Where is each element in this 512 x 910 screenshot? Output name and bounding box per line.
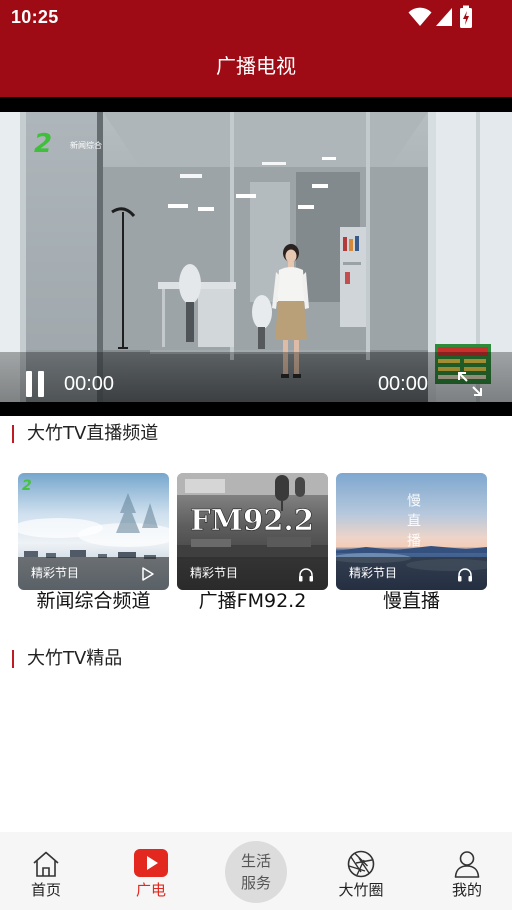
live-channels-header: 大竹TV直播频道 <box>0 424 512 444</box>
featured-header: 大竹TV精品 <box>0 649 512 669</box>
headphones-icon <box>458 568 472 582</box>
aperture-icon <box>347 850 375 878</box>
video-control-bar: 00:00 00:00 <box>0 352 512 402</box>
nav-item-profile[interactable]: 我的 <box>422 832 512 910</box>
card-tag: 精彩节目 <box>190 566 239 580</box>
channel-name: 新闻综合 <box>70 140 102 150</box>
nav-label: 广电 <box>135 881 166 899</box>
channel-card-label[interactable]: 广播FM92.2 <box>177 589 328 613</box>
nav-item-life-services[interactable]: 生活服务 <box>225 841 287 903</box>
card-tag-bar: 精彩节目 <box>18 557 169 590</box>
section-title: 大竹TV精品 <box>27 648 123 669</box>
bookshelf <box>340 227 366 327</box>
nav-label: 我的 <box>451 881 482 899</box>
current-time: 00:00 <box>64 373 115 395</box>
card-image-text: FM92.2 <box>190 503 314 537</box>
video-player[interactable]: 2 新闻综合 00:00 00:00 <box>0 97 512 416</box>
tv-play-icon <box>134 849 168 877</box>
status-bar: 10:25 <box>0 0 512 35</box>
pause-icon <box>26 371 32 397</box>
channel-card-label[interactable]: 新闻综合频道 <box>18 589 169 613</box>
headphones-icon <box>299 568 313 582</box>
nav-label: 首页 <box>30 881 61 899</box>
battery-charging-icon <box>460 5 472 28</box>
channel-card-slow-live[interactable]: 慢直播 精彩节目 <box>336 473 487 590</box>
nav-item-broadcast[interactable]: 广电 <box>106 832 196 910</box>
section-marker <box>12 650 14 668</box>
wifi-icon <box>408 7 432 26</box>
nav-label: 大竹圈 <box>338 881 384 899</box>
fullscreen-icon[interactable] <box>455 369 485 399</box>
card-tag: 精彩节目 <box>349 566 398 580</box>
nav-item-dazhu-circle[interactable]: 大竹圈 <box>316 832 406 910</box>
svg-text:2: 2 <box>34 129 52 159</box>
status-time: 10:25 <box>11 7 59 27</box>
card-tag: 精彩节目 <box>31 566 80 580</box>
signal-icon <box>436 8 452 26</box>
home-icon <box>33 851 59 877</box>
section-marker <box>12 425 14 443</box>
section-title: 大竹TV直播频道 <box>27 423 159 444</box>
channel-card-label[interactable]: 慢直播 <box>336 589 487 613</box>
bottom-nav: 首页 广电 生活服务 大竹圈 我的 <box>0 832 512 910</box>
duration-time: 00:00 <box>377 373 428 395</box>
card-tag-bar: 精彩节目 <box>177 557 328 590</box>
channel-card-news[interactable]: 2 精彩节目 <box>18 473 169 590</box>
nav-label: 生活服务 <box>240 852 271 892</box>
page-title: 广播电视 <box>216 54 296 78</box>
channel-logo: 2 <box>22 478 32 494</box>
app-header: 广播电视 <box>0 35 512 97</box>
pause-button[interactable] <box>24 371 48 397</box>
card-tag-bar: 精彩节目 <box>336 557 487 590</box>
play-icon <box>142 567 154 581</box>
card-image-text: 慢直播 <box>405 493 421 553</box>
channel-card-fm[interactable]: FM92.2 精彩节目 <box>177 473 328 590</box>
nav-item-home[interactable]: 首页 <box>1 832 91 910</box>
user-icon <box>454 851 480 878</box>
